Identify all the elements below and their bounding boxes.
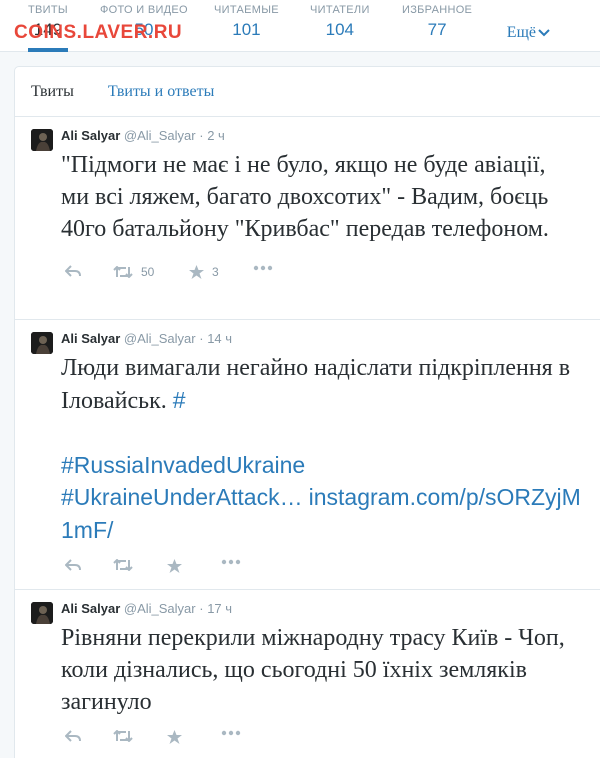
star-icon (167, 559, 182, 573)
retweet-count: 50 (141, 265, 155, 279)
tab-tweets[interactable]: Твиты (31, 67, 74, 117)
author-name[interactable]: Ali Salyar (61, 331, 120, 346)
stat-label: ИЗБРАННОЕ (402, 4, 473, 16)
stat-label: ЧИТАТЕЛИ (310, 4, 370, 16)
reply-button[interactable] (65, 265, 81, 277)
stat-followers[interactable]: ЧИТАТЕЛИ 104 (310, 4, 370, 40)
tweet-body: Люди вимагали негайно надіслати підкріпл… (61, 355, 571, 414)
stat-value: 77 (427, 20, 447, 39)
stat-label: ФОТО И ВИДЕО (100, 4, 188, 16)
more-dropdown[interactable]: Ещё (507, 24, 550, 42)
stat-label: ТВИТЫ (28, 4, 68, 16)
hashtag-link[interactable]: # (173, 387, 186, 413)
retweet-button[interactable]: 50 (113, 265, 154, 279)
timeline: Твиты Твиты и ответы Ali Salyar @Ali_Sal… (14, 66, 600, 758)
favorite-button[interactable] (167, 559, 182, 573)
tweet-time[interactable]: · 14 ч (199, 331, 232, 346)
tweet-time[interactable]: · 17 ч (199, 601, 232, 616)
tweet-header: Ali Salyar @Ali_Salyar · 14 ч (61, 330, 599, 348)
stat-value: 101 (232, 20, 261, 39)
stat-favorites[interactable]: ИЗБРАННОЕ 77 (402, 4, 472, 40)
retweet-icon (113, 559, 133, 571)
retweet-button[interactable] (113, 559, 133, 571)
avatar[interactable] (31, 332, 53, 354)
ellipsis-icon (221, 730, 241, 736)
reply-button[interactable] (65, 730, 81, 742)
stat-following[interactable]: ЧИТАЕМЫЕ 101 (214, 4, 279, 40)
timeline-tabs: Твиты Твиты и ответы (15, 67, 600, 117)
tweet-time[interactable]: · 2 ч (199, 128, 225, 143)
star-icon (167, 730, 182, 744)
reply-icon (65, 265, 81, 277)
tab-tweets-and-replies[interactable]: Твиты и ответы (108, 67, 214, 117)
hashtag-link[interactable]: #RussiaInvadedUkraine (61, 449, 581, 481)
author-handle[interactable]: @Ali_Salyar (124, 331, 196, 346)
tweet-actions: 50 3 (61, 253, 599, 295)
author-name[interactable]: Ali Salyar (61, 128, 120, 143)
retweet-icon (113, 730, 133, 742)
tweet[interactable]: Ali Salyar @Ali_Salyar · 2 ч "Підмоги не… (15, 117, 600, 320)
avatar[interactable] (31, 602, 53, 624)
tweet[interactable]: Ali Salyar @Ali_Salyar · 14 ч Люди вимаг… (15, 320, 600, 590)
tweet-text: Рівняни перекрили міжнародну трасу Київ … (61, 625, 565, 715)
more-options-button[interactable] (221, 730, 241, 736)
ellipsis-icon (253, 265, 273, 271)
profile-stats-bar: ТВИТЫ 149 ФОТО И ВИДЕО 50 ЧИТАЕМЫЕ 101 Ч… (0, 0, 600, 52)
reply-icon (65, 730, 81, 742)
more-options-button[interactable] (253, 265, 273, 271)
tweet-text: Люди вимагали негайно надіслати підкріпл… (61, 352, 581, 547)
stat-label: ЧИТАЕМЫЕ (214, 4, 279, 16)
tweet-text: "Підмоги не має і не було, якщо не буде … (61, 152, 549, 242)
favorite-count: 3 (212, 265, 219, 279)
favorite-button[interactable]: 3 (189, 265, 219, 279)
stat-value: 104 (325, 20, 355, 39)
tweet-header: Ali Salyar @Ali_Salyar · 2 ч (61, 127, 599, 145)
reply-icon (65, 559, 81, 571)
star-icon (189, 265, 204, 279)
more-label: Ещё (506, 24, 536, 41)
favorite-button[interactable] (167, 730, 182, 744)
reply-button[interactable] (65, 559, 81, 571)
author-handle[interactable]: @Ali_Salyar (124, 601, 196, 616)
author-handle[interactable]: @Ali_Salyar (124, 128, 196, 143)
more-options-button[interactable] (221, 559, 241, 565)
watermark: COINS.LAVER.RU (14, 22, 183, 43)
retweet-button[interactable] (113, 730, 133, 742)
retweet-icon (113, 266, 133, 278)
chevron-down-icon (538, 29, 550, 37)
tweet-header: Ali Salyar @Ali_Salyar · 17 ч (61, 600, 599, 618)
tweet-actions (61, 547, 599, 589)
author-name[interactable]: Ali Salyar (61, 601, 120, 616)
tweet[interactable]: Ali Salyar @Ali_Salyar · 17 ч Рівняни пе… (15, 590, 600, 758)
ellipsis-icon (221, 559, 241, 565)
avatar[interactable] (31, 129, 53, 151)
hashtag-link[interactable]: #UkraineUnderAttack… (61, 484, 303, 510)
tweet-actions (61, 718, 599, 758)
